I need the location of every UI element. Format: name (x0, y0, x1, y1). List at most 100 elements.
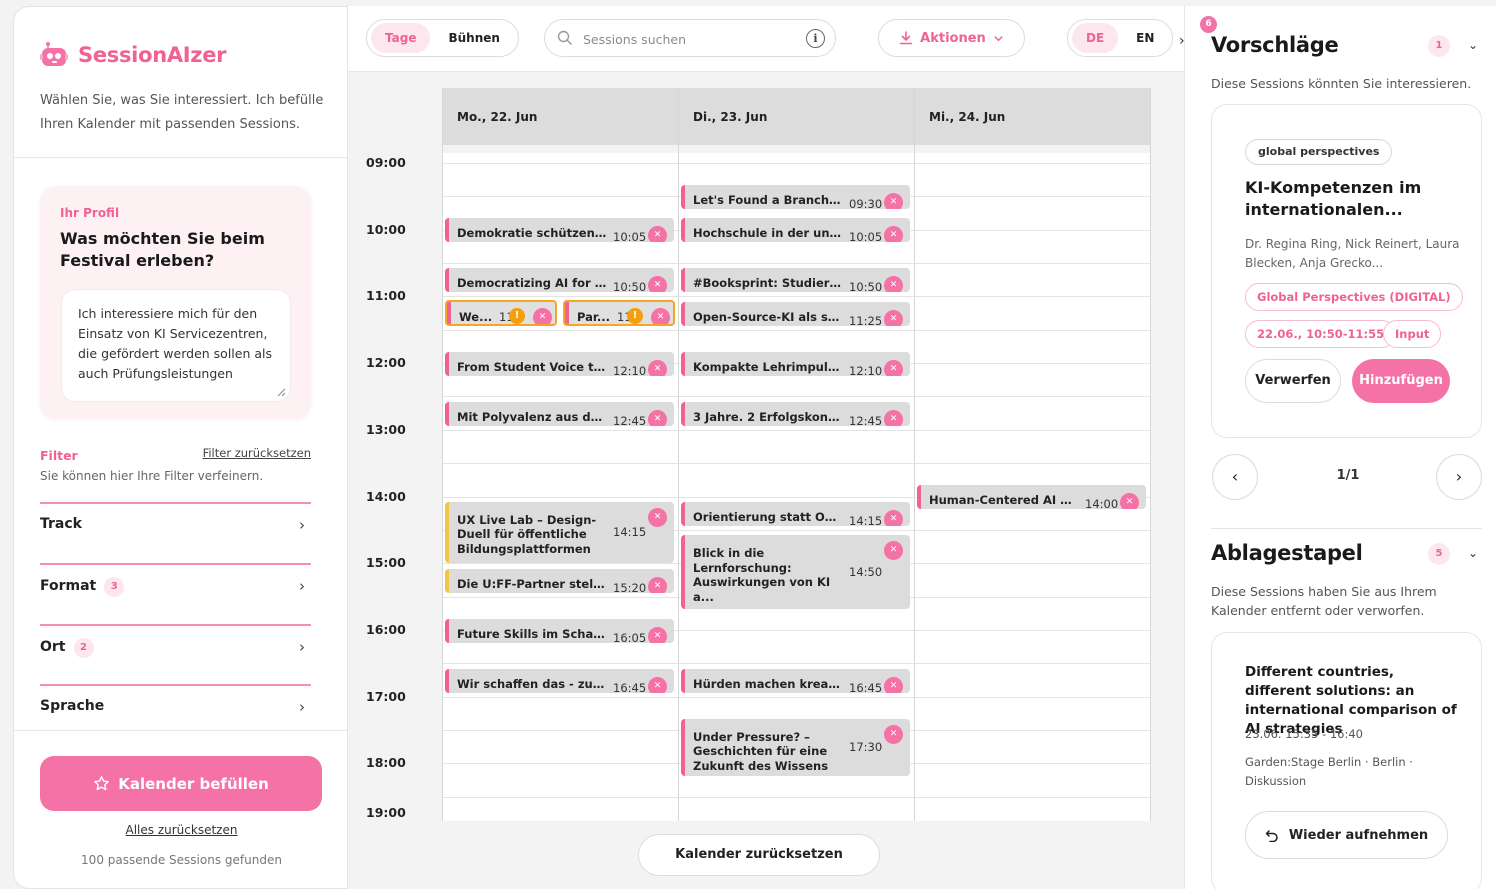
calendar-event[interactable]: Wir schaffen das - zusa... 16:45 ✕ (445, 668, 674, 693)
remove-event-icon[interactable]: ✕ (884, 509, 903, 526)
remove-event-icon[interactable]: ✕ (884, 724, 903, 744)
resize-grip-icon[interactable] (276, 387, 286, 397)
calendar-event[interactable]: Die U:FF-Partner stelle... 15:20 ✕ (445, 568, 674, 593)
calendar-event[interactable]: Orientierung statt Over... 14:15 ✕ (681, 501, 910, 526)
chevron-right-icon: › (299, 638, 305, 656)
calendar-event[interactable]: Par...11:!✕ (563, 299, 675, 326)
remove-event-icon[interactable]: ✕ (884, 541, 903, 561)
suggestion-title[interactable]: KI-Kompetenzen im internationalen... (1245, 177, 1465, 221)
calendar-event[interactable]: Democratizing AI for E... 10:50 ✕ (445, 268, 674, 293)
prev-suggestion-button[interactable]: ‹ (1212, 454, 1258, 500)
hour-line (443, 396, 1150, 398)
info-icon[interactable]: i (806, 29, 825, 48)
stack-title: Ablagestapel (1211, 541, 1363, 565)
calendar-event[interactable]: 3 Jahre. 2 Erfolgskonze... 12:45 ✕ (681, 401, 910, 426)
event-time: 10:50 (613, 280, 647, 293)
calendar-event[interactable]: Hochschule in der unge... 10:05 ✕ (681, 218, 910, 243)
remove-event-icon[interactable]: ✕ (884, 359, 903, 376)
tab-tage[interactable]: Tage (371, 23, 431, 53)
discard-button[interactable]: Verwerfen (1245, 359, 1341, 403)
remove-event-icon[interactable]: ✕ (648, 276, 667, 293)
suggestion-pager: 1/1 (1336, 468, 1360, 483)
remove-event-icon[interactable]: ✕ (651, 307, 670, 324)
fill-calendar-button[interactable]: Kalender befüllen (40, 756, 322, 811)
filter-sprache[interactable]: Sprache › (40, 684, 311, 730)
calendar-event[interactable]: Let's Found a Branch C... 09:30 ✕ (681, 185, 910, 209)
remove-event-icon[interactable]: ✕ (884, 676, 903, 693)
search-input[interactable] (583, 28, 793, 50)
event-title: Par... (577, 309, 611, 324)
sessions-found-text: 100 passende Sessions gefunden (81, 853, 282, 867)
time-label: 14:00 (366, 488, 406, 504)
calendar-event[interactable]: Mit Polyvalenz aus der ... 12:45 ✕ (445, 401, 674, 426)
stack-card: Different countries, different solutions… (1211, 632, 1482, 889)
event-time: 16:05 (613, 630, 647, 643)
actions-button[interactable]: Aktionen (878, 19, 1025, 57)
remove-event-icon[interactable]: ✕ (648, 226, 667, 243)
datetime-chip: 22.06., 10:50-11:55 (1245, 320, 1397, 348)
calendar-event[interactable]: UX Live Lab – Design-Duell für öffentlic… (445, 501, 674, 563)
time-label: 18:00 (366, 755, 406, 771)
day-header: Mi., 24. Jun (915, 88, 1150, 145)
calendar-event[interactable]: Kompakte Lehrimpulse:... 12:10✕ (681, 351, 910, 376)
filter-track[interactable]: Track › (40, 502, 311, 562)
filter-format[interactable]: Format 3 › (40, 563, 311, 623)
calendar-event[interactable]: Open-Source-KI als str... 11:25 ✕ (681, 301, 910, 326)
calendar-event[interactable]: Demokratie schützen! ... 10:05 ✕ (445, 218, 674, 243)
divider (14, 157, 347, 158)
event-title: Hürden machen kreativ... (693, 676, 843, 691)
filter-reset-link[interactable]: Filter zurücksetzen (203, 446, 311, 460)
chevron-down-icon[interactable]: ⌄ (1468, 546, 1478, 560)
lang-en[interactable]: EN (1122, 23, 1168, 53)
calendar-event[interactable]: Blick in die Lernforschung: Auswirkungen… (681, 535, 910, 610)
calendar-event[interactable]: Human-Centered AI an... 14:00 ✕ (917, 485, 1146, 510)
remove-event-icon[interactable]: ✕ (884, 409, 903, 426)
time-label: 17:00 (366, 688, 406, 704)
remove-event-icon[interactable]: ✕ (884, 276, 903, 293)
remove-event-icon[interactable]: ✕ (648, 626, 667, 643)
event-time: 12:45 (613, 413, 647, 426)
filter-format-count: 3 (104, 577, 125, 597)
hour-line (443, 429, 1150, 431)
remove-event-icon[interactable]: ✕ (648, 409, 667, 426)
remove-event-icon[interactable]: ✕ (648, 576, 667, 593)
remove-event-icon[interactable]: ✕ (884, 193, 903, 209)
chevron-down-icon[interactable]: ⌄ (1468, 38, 1478, 52)
remove-event-icon[interactable]: ✕ (648, 359, 667, 376)
remove-event-icon[interactable]: ✕ (533, 307, 552, 324)
calendar-event[interactable]: Future Skills im Schauf... 16:05 ✕ (445, 618, 674, 643)
remove-event-icon[interactable]: ✕ (648, 507, 667, 527)
remove-event-icon[interactable]: ✕ (648, 676, 667, 693)
next-suggestion-button[interactable]: › (1436, 454, 1482, 500)
remove-event-icon[interactable]: ✕ (1120, 493, 1139, 510)
column-separator (442, 88, 443, 821)
profile-textarea[interactable]: Ich interessiere mich für den Einsatz vo… (61, 289, 291, 402)
brand[interactable]: SessionAIzer (40, 41, 227, 69)
event-title: Orientierung statt Over... (693, 509, 843, 524)
tab-buehnen[interactable]: Bühnen (434, 23, 513, 53)
calendar-reset-button[interactable]: Kalender zurücksetzen (638, 834, 880, 876)
collapse-panel-icon[interactable]: › (1179, 33, 1195, 49)
restore-button[interactable]: Wieder aufnehmen (1245, 811, 1448, 859)
event-time: 12:45 (849, 413, 883, 426)
undo-icon (1265, 830, 1278, 842)
intro-text: Wählen Sie, was Sie interessiert. Ich be… (40, 93, 324, 132)
filter-ort[interactable]: Ort 2 › (40, 624, 311, 684)
right-panel: › 6 Vorschläge 1 ⌄ Diese Sessions könnte… (1179, 6, 1496, 889)
calendar-event[interactable]: #Booksprint: Studieren... 10:50 ✕ (681, 268, 910, 293)
calendar-event[interactable]: From Student Voice to S... 12:10✕ (445, 351, 674, 376)
event-title: Open-Source-KI als str... (693, 309, 843, 324)
add-button[interactable]: Hinzufügen (1352, 359, 1450, 403)
remove-event-icon[interactable]: ✕ (884, 226, 903, 243)
reset-all-link[interactable]: Alles zurücksetzen (14, 823, 349, 837)
chevron-down-icon (994, 35, 1003, 41)
hour-line (443, 696, 1150, 698)
calendar-event[interactable]: Under Pressure? – Geschichten für eine Z… (681, 718, 910, 776)
lang-de[interactable]: DE (1072, 23, 1119, 53)
filter-subtitle: Sie können hier Ihre Filter verfeinern. (40, 469, 264, 483)
remove-event-icon[interactable]: ✕ (884, 309, 903, 326)
calendar-event[interactable]: We...11:!✕ (445, 299, 557, 326)
event-title: Die U:FF-Partner stelle... (457, 576, 607, 591)
calendar-event[interactable]: Hürden machen kreativ... 16:45 ✕ (681, 668, 910, 693)
event-title: Future Skills im Schauf... (457, 626, 607, 641)
